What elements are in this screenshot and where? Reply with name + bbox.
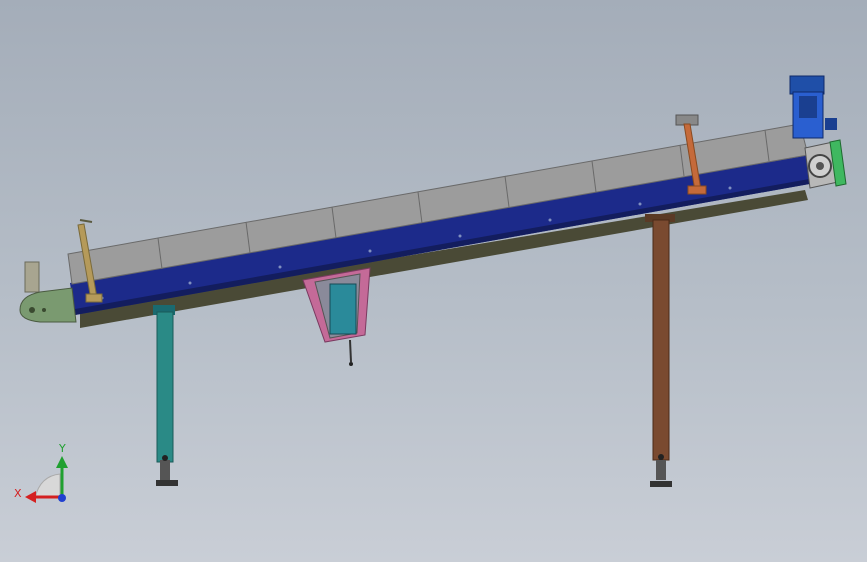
- triad-x-label: X: [14, 487, 22, 500]
- center-hopper: [302, 267, 371, 366]
- triad-view-cube: [34, 473, 61, 499]
- triad-y-arrow: [56, 456, 68, 468]
- cad-viewport[interactable]: Y X: [0, 0, 867, 562]
- triad-z-axis: [58, 494, 66, 502]
- triad-y-label: Y: [59, 442, 66, 455]
- orientation-triad[interactable]: [25, 456, 68, 503]
- triad-x-arrow: [25, 491, 36, 503]
- drive-motor: [789, 75, 837, 139]
- conveyor-model[interactable]: [0, 0, 867, 562]
- left-support-leg: [153, 305, 178, 486]
- right-support-leg: [645, 214, 675, 487]
- tail-end-assembly: [19, 261, 77, 323]
